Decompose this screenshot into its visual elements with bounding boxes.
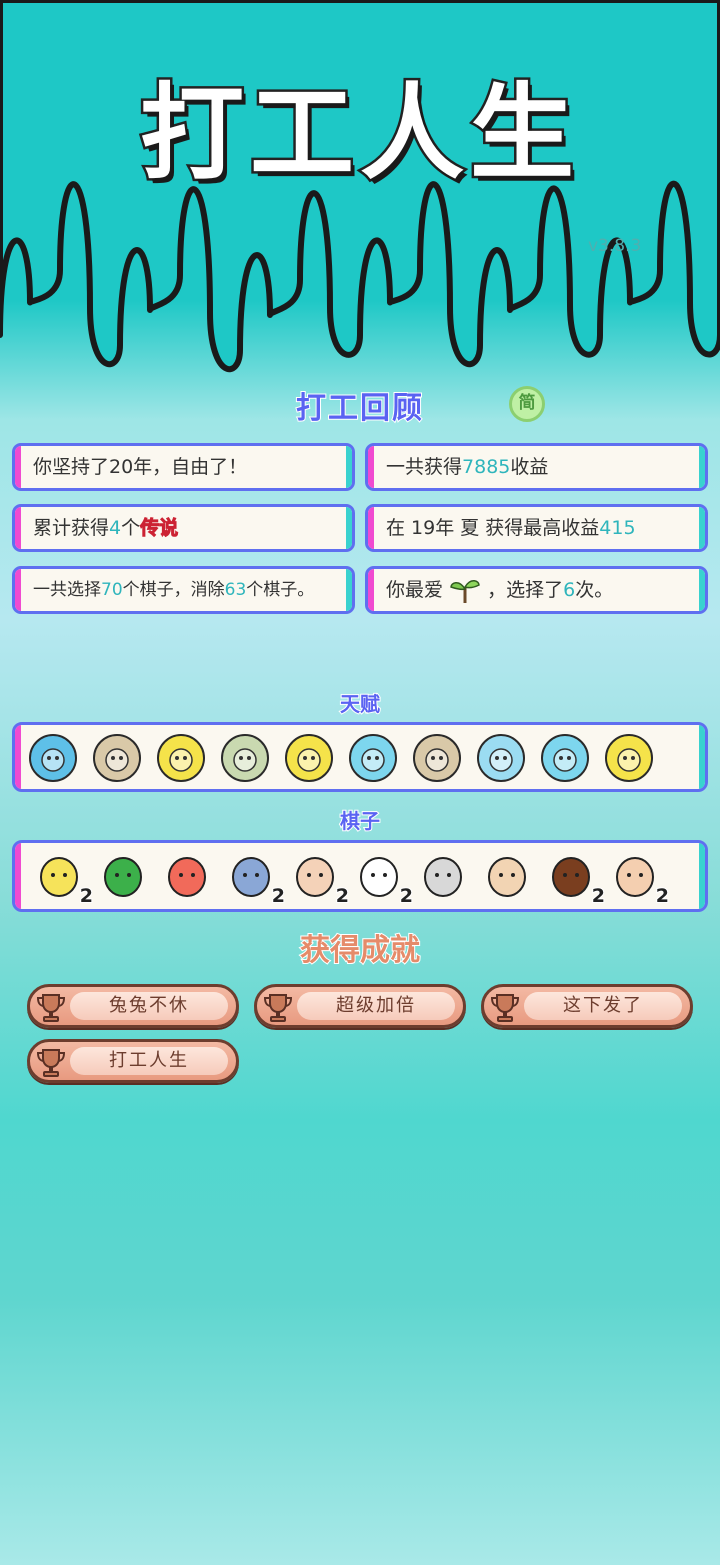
piece-count: 2 <box>335 884 350 908</box>
koi-fish-icon[interactable] <box>163 851 219 903</box>
fruit-basket-icon[interactable] <box>157 734 205 782</box>
pointing-hand-icon[interactable] <box>419 851 475 903</box>
piece-count: 2 <box>79 884 94 908</box>
achievements-title: 获得成就 <box>299 932 421 969</box>
achievement-label: 打工人生 <box>70 1047 228 1075</box>
husky-king-icon[interactable]: 2 <box>355 851 414 908</box>
trophy-icon <box>490 994 520 1022</box>
dark-hand-icon[interactable]: 2 <box>547 851 606 908</box>
stat-legends: 累计获得4个传说 <box>12 504 355 552</box>
trophy-icon <box>36 994 66 1022</box>
achievement-label: 超级加倍 <box>297 992 455 1020</box>
sprout-icon <box>450 580 480 603</box>
achievement-badge[interactable]: 这下发了 <box>481 984 693 1028</box>
leaf-coin-icon[interactable] <box>605 734 653 782</box>
hammer-icon[interactable] <box>413 734 461 782</box>
achievement-badge[interactable]: 超级加倍 <box>254 984 466 1028</box>
bald-man-icon[interactable]: 2 <box>611 851 670 908</box>
film-reel-icon[interactable] <box>285 734 333 782</box>
stat-best-income: 在 19年 夏 获得最高收益415 <box>365 504 708 552</box>
achievement-label: 兔兔不休 <box>70 992 228 1020</box>
version-label: v3.8.3 <box>588 236 642 256</box>
piece-count: 2 <box>591 884 606 908</box>
language-toggle-button[interactable]: 简 <box>509 386 545 422</box>
piece-count: 2 <box>271 884 286 908</box>
trophy-icon <box>36 1049 66 1077</box>
piggy-bank-icon[interactable] <box>541 734 589 782</box>
watermelon-icon[interactable] <box>99 851 155 903</box>
green-hat-man-icon[interactable] <box>483 851 539 903</box>
achievement-badge[interactable]: 兔兔不休 <box>27 984 239 1028</box>
trophy-icon <box>263 994 293 1022</box>
achievement-badge[interactable]: 打工人生 <box>27 1039 239 1083</box>
review-title: 打工回顾 <box>295 390 424 427</box>
pieces-title: 棋子 <box>339 808 381 834</box>
stat-pieces: 一共选择70个棋子，消除63个棋子。 <box>12 566 355 614</box>
milk-tea-icon[interactable] <box>93 734 141 782</box>
talents-title: 天赋 <box>339 691 381 717</box>
piece-count: 2 <box>655 884 670 908</box>
heart-sign-icon[interactable] <box>349 734 397 782</box>
app-title: 打工人生 <box>137 70 580 197</box>
pieces-row: 2 2 2 2 2 2 <box>12 840 708 912</box>
husky-coin-icon[interactable] <box>477 734 525 782</box>
stat-total-income: 一共获得7885收益 <box>365 443 708 491</box>
graphics-card-icon[interactable]: 2 <box>227 851 286 908</box>
piece-count: 2 <box>399 884 414 908</box>
girl-face-icon[interactable]: 2 <box>291 851 350 908</box>
talents-row <box>12 722 708 792</box>
owl-coin-icon[interactable] <box>29 734 77 782</box>
stat-years: 你坚持了20年，自由了！ <box>12 443 355 491</box>
recycle-icon[interactable] <box>221 734 269 782</box>
achievement-label: 这下发了 <box>524 992 682 1020</box>
yellow-chick-icon[interactable]: 2 <box>35 851 94 908</box>
stat-favorite: 你最爱 ，选择了6次。 <box>365 566 708 614</box>
